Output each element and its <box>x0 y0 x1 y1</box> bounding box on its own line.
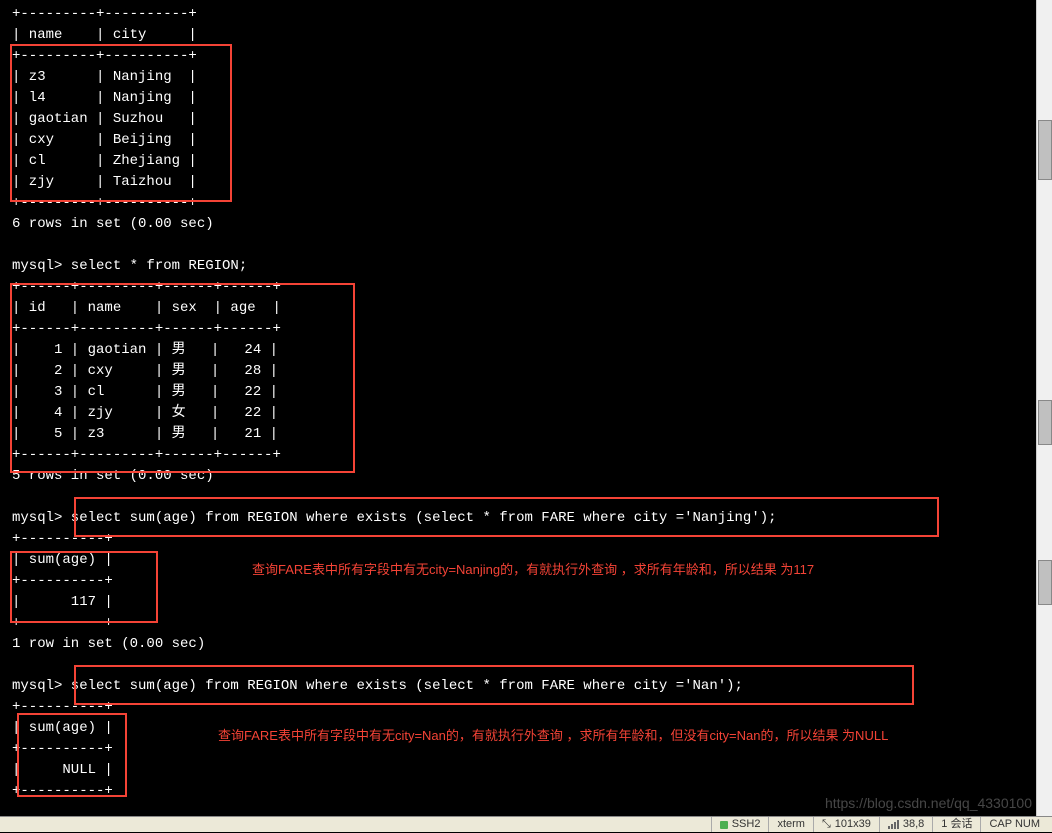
terminal-output[interactable]: +---------+----------+ | name | city | +… <box>0 0 1052 806</box>
resize-icon: ⤡ <box>822 816 831 833</box>
table-header: | sum(age) | <box>12 552 113 568</box>
table-separator: +------+---------+------+------+ <box>12 447 281 463</box>
table-separator: +----------+ <box>12 615 113 631</box>
status-sessions: 1 会话 <box>932 817 980 832</box>
sql-query: mysql> select sum(age) from REGION where… <box>12 678 743 694</box>
table-separator: +------+---------+------+------+ <box>12 321 281 337</box>
statusbar: SSH2 xterm ⤡101x39 38,8 1 会话 CAP NUM <box>0 816 1052 832</box>
table-row: | zjy | Taizhou | <box>12 174 197 190</box>
table-row: | z3 | Nanjing | <box>12 69 197 85</box>
table-row: | gaotian | Suzhou | <box>12 111 197 127</box>
status-size: ⤡101x39 <box>813 817 879 832</box>
table-separator: +------+---------+------+------+ <box>12 279 281 295</box>
scroll-thumb[interactable] <box>1038 120 1052 180</box>
sql-query: mysql> select sum(age) from REGION where… <box>12 510 777 526</box>
watermark-text: https://blog.csdn.net/qq_4330100 <box>825 793 1032 814</box>
table-row: | NULL | <box>12 762 113 778</box>
scroll-thumb[interactable] <box>1038 560 1052 605</box>
table-row: | l4 | Nanjing | <box>12 90 197 106</box>
status-pos: 38,8 <box>879 817 932 832</box>
table-row: | 3 | cl | 男 | 22 | <box>12 384 278 400</box>
table-separator: +----------+ <box>12 531 113 547</box>
table-separator: +----------+ <box>12 783 113 799</box>
table-row: | 4 | zjy | 女 | 22 | <box>12 405 278 421</box>
annotation-note2: 查询FARE表中所有字段中有无city=Nan的，有就执行外查询 ，求所有年龄和… <box>218 726 978 746</box>
table-separator: +---------+----------+ <box>12 195 197 211</box>
table-separator: +---------+----------+ <box>12 48 197 64</box>
table-row: | 2 | cxy | 男 | 28 | <box>12 363 278 379</box>
result-count: 1 row in set (0.00 sec) <box>12 636 205 652</box>
table-row: | 1 | gaotian | 男 | 24 | <box>12 342 278 358</box>
signal-icon <box>888 820 899 829</box>
status-caps: CAP NUM <box>980 817 1048 832</box>
result-count: 6 rows in set (0.00 sec) <box>12 216 214 232</box>
table-row: | 5 | z3 | 男 | 21 | <box>12 426 278 442</box>
table-separator: +----------+ <box>12 741 113 757</box>
table-separator: +----------+ <box>12 573 113 589</box>
table-separator: +---------+----------+ <box>12 6 197 22</box>
status-term: xterm <box>768 817 813 832</box>
result-count: 5 rows in set (0.00 sec) <box>12 468 214 484</box>
table-header: | name | city | <box>12 27 197 43</box>
table-separator: +----------+ <box>12 699 113 715</box>
table-header: | sum(age) | <box>12 720 113 736</box>
status-indicator-icon <box>720 821 728 829</box>
sql-query: mysql> select * from REGION; <box>12 258 247 274</box>
scroll-thumb[interactable] <box>1038 400 1052 445</box>
scrollbar-vertical[interactable] <box>1036 0 1052 816</box>
table-row: | cl | Zhejiang | <box>12 153 197 169</box>
table-row: | cxy | Beijing | <box>12 132 197 148</box>
table-row: | 117 | <box>12 594 113 610</box>
table-header: | id | name | sex | age | <box>12 300 281 316</box>
annotation-note1: 查询FARE表中所有字段中有无city=Nanjing的，有就执行外查询 ，求所… <box>252 560 972 580</box>
status-ssh: SSH2 <box>711 817 769 832</box>
